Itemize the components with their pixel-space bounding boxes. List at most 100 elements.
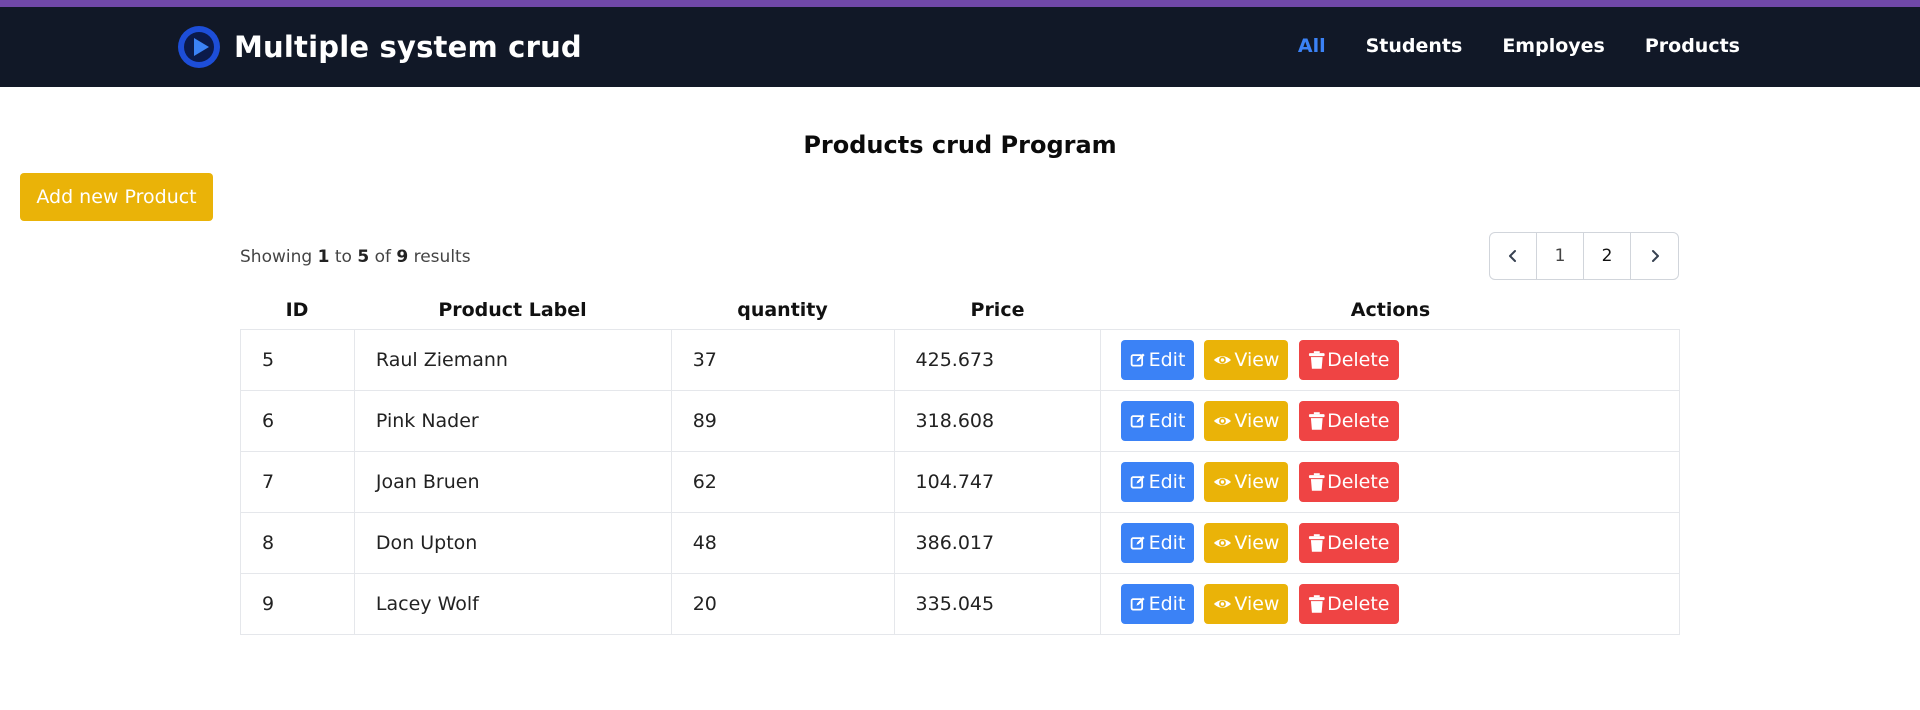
header-product-label: Product Label (438, 299, 587, 321)
delete-button[interactable]: Delete (1298, 462, 1399, 502)
nav-link-products[interactable]: Products (1645, 35, 1740, 57)
header-id: ID (285, 299, 309, 321)
view-label: View (1234, 410, 1280, 432)
table-header: ID Product Label quantity Price Actions (240, 292, 1680, 328)
header-price: Price (970, 299, 1025, 321)
page-title: Products crud Program (803, 131, 1117, 159)
cell-price: 318.608 (893, 390, 1102, 452)
pagination: 1 2 (1489, 232, 1679, 280)
delete-label: Delete (1327, 410, 1390, 432)
cell-product-label: Don Upton (353, 512, 672, 574)
edit-button[interactable]: Edit (1121, 523, 1195, 563)
nav-link-students[interactable]: Students (1366, 35, 1463, 57)
cell-product-label: Lacey Wolf (353, 573, 672, 635)
cell-price: 425.673 (893, 329, 1102, 391)
view-button[interactable]: View (1204, 340, 1289, 380)
delete-button[interactable]: Delete (1298, 401, 1399, 441)
chevron-right-icon (1651, 250, 1659, 262)
view-button[interactable]: View (1204, 401, 1289, 441)
delete-label: Delete (1327, 349, 1390, 371)
add-product-button[interactable]: Add new Product (20, 173, 213, 221)
edit-icon (1131, 597, 1145, 611)
trash-icon (1308, 412, 1325, 430)
edit-label: Edit (1148, 532, 1186, 554)
cell-actions: Edit View Delete (1100, 390, 1680, 452)
results-summary: Showing 1 to 5 of 9 results (240, 247, 471, 267)
table-row: 6 Pink Nader 89 318.608 Edit View Delete (240, 390, 1680, 452)
showing-total: 9 (396, 247, 409, 267)
edit-button[interactable]: Edit (1121, 340, 1195, 380)
cell-id: 9 (240, 573, 355, 635)
cell-quantity: 37 (670, 329, 895, 391)
cell-price: 335.045 (893, 573, 1102, 635)
view-label: View (1234, 532, 1280, 554)
cell-id: 5 (240, 329, 355, 391)
edit-button[interactable]: Edit (1121, 401, 1195, 441)
trash-icon (1308, 534, 1325, 552)
cell-id: 7 (240, 451, 355, 513)
header-quantity: quantity (737, 299, 828, 321)
trash-icon (1308, 473, 1325, 491)
edit-icon (1131, 536, 1145, 550)
showing-to-word: to (334, 247, 352, 267)
showing-suffix: results (413, 247, 471, 267)
delete-button[interactable]: Delete (1298, 523, 1399, 563)
brand-name: Multiple system crud (234, 30, 582, 64)
edit-icon (1131, 414, 1145, 428)
cell-id: 8 (240, 512, 355, 574)
view-label: View (1234, 593, 1280, 615)
eye-icon (1214, 356, 1232, 364)
cell-product-label: Joan Bruen (353, 451, 672, 513)
showing-prefix: Showing (240, 247, 313, 267)
view-button[interactable]: View (1204, 584, 1289, 624)
eye-icon (1214, 478, 1232, 486)
cell-product-label: Pink Nader (353, 390, 672, 452)
cell-price: 386.017 (893, 512, 1102, 574)
eye-icon (1214, 417, 1232, 425)
showing-of-word: of (374, 247, 391, 267)
view-button[interactable]: View (1204, 523, 1289, 563)
brand[interactable]: Multiple system crud (178, 25, 582, 69)
view-label: View (1234, 471, 1280, 493)
showing-to: 5 (357, 247, 370, 267)
cell-actions: Edit View Delete (1100, 573, 1680, 635)
delete-label: Delete (1327, 532, 1390, 554)
table-row: 9 Lacey Wolf 20 335.045 Edit View Delete (240, 573, 1680, 635)
delete-label: Delete (1327, 593, 1390, 615)
table-row: 7 Joan Bruen 62 104.747 Edit View Delete (240, 451, 1680, 513)
showing-from: 1 (317, 247, 330, 267)
nav-link-all[interactable]: All (1298, 35, 1326, 57)
view-button[interactable]: View (1204, 462, 1289, 502)
edit-button[interactable]: Edit (1121, 462, 1195, 502)
trash-icon (1308, 351, 1325, 369)
trash-icon (1308, 595, 1325, 613)
products-table: 5 Raul Ziemann 37 425.673 Edit View Dele… (240, 329, 1680, 635)
chevron-left-icon (1509, 250, 1516, 262)
next-page-button[interactable] (1631, 233, 1678, 279)
edit-label: Edit (1148, 410, 1186, 432)
edit-label: Edit (1148, 471, 1186, 493)
page-2-button[interactable]: 2 (1584, 233, 1631, 279)
edit-button[interactable]: Edit (1121, 584, 1195, 624)
table-row: 5 Raul Ziemann 37 425.673 Edit View Dele… (240, 329, 1680, 391)
top-accent-stripe (0, 0, 1920, 7)
page-1-button[interactable]: 1 (1537, 233, 1584, 279)
cell-actions: Edit View Delete (1100, 329, 1680, 391)
delete-button[interactable]: Delete (1298, 584, 1399, 624)
prev-page-button[interactable] (1490, 233, 1537, 279)
edit-icon (1131, 475, 1145, 489)
table-row: 8 Don Upton 48 386.017 Edit View Delete (240, 512, 1680, 574)
cell-quantity: 20 (670, 573, 895, 635)
navbar: Multiple system crud All Students Employ… (0, 7, 1920, 87)
edit-label: Edit (1148, 593, 1186, 615)
cell-actions: Edit View Delete (1100, 512, 1680, 574)
cell-quantity: 62 (670, 451, 895, 513)
delete-button[interactable]: Delete (1298, 340, 1399, 380)
view-label: View (1234, 349, 1280, 371)
nav-link-employes[interactable]: Employes (1502, 35, 1605, 57)
header-actions: Actions (1350, 299, 1431, 321)
play-logo-icon (178, 26, 220, 68)
main-nav: All Students Employes Products (1298, 35, 1740, 57)
cell-price: 104.747 (893, 451, 1102, 513)
eye-icon (1214, 600, 1232, 608)
